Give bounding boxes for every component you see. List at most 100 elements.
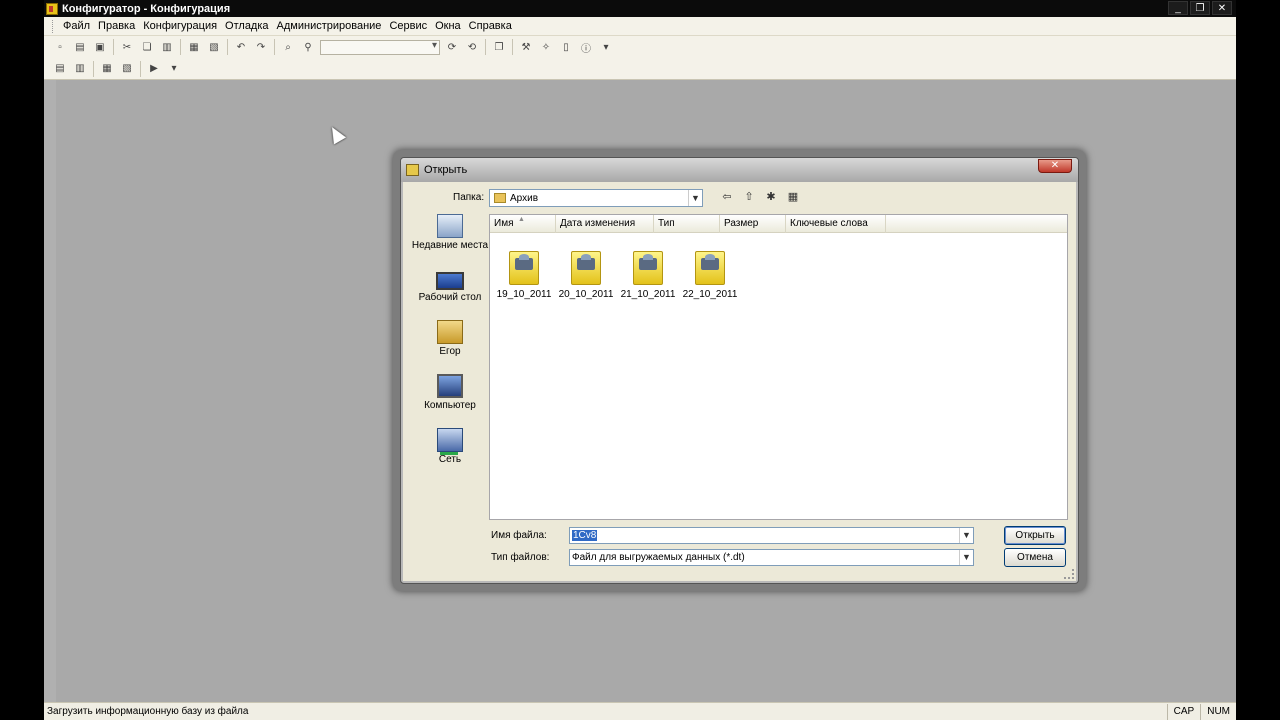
folder-dropdown-arrow-icon[interactable]: ▼ xyxy=(688,190,702,206)
folder-select[interactable]: Архив ▼ xyxy=(489,189,703,207)
file-list[interactable]: Имя ▲ Дата изменения Тип Размер Ключевые… xyxy=(489,214,1068,520)
maximize-button[interactable]: ❐ xyxy=(1190,1,1210,15)
filetype-dropdown-arrow-icon[interactable]: ▼ xyxy=(959,550,973,565)
place-label: Егор xyxy=(439,346,461,357)
file-name: 19_10_2011 xyxy=(496,289,552,300)
place-label: Компьютер xyxy=(424,400,476,411)
network-icon xyxy=(437,428,463,455)
filename-value: 1Cv8 xyxy=(572,530,598,541)
archive-file-icon xyxy=(633,251,663,285)
syntax-helper-icon[interactable]: ⚒ xyxy=(517,39,535,55)
folder-icon xyxy=(494,193,506,203)
resize-grip-icon[interactable] xyxy=(1064,569,1074,579)
toolbar-separator xyxy=(93,60,94,77)
archive-file-icon xyxy=(571,251,601,285)
place-network[interactable]: Сеть xyxy=(411,428,489,465)
open-button[interactable]: Открыть xyxy=(1004,526,1066,545)
toolbar-separator xyxy=(485,39,486,55)
help-book-icon[interactable]: ▯ xyxy=(557,39,575,55)
sort-asc-icon: ▲ xyxy=(518,216,525,223)
windows-icon[interactable]: ❐ xyxy=(490,39,508,55)
save-config-icon[interactable]: ▥ xyxy=(71,61,89,77)
new-document-icon[interactable]: ▫ xyxy=(51,39,69,55)
place-label: Рабочий стол xyxy=(418,292,482,303)
filetype-label: Тип файлов: xyxy=(491,552,550,563)
save-icon[interactable]: ▣ xyxy=(91,39,109,55)
filename-input[interactable]: 1Cv8 ▼ xyxy=(569,527,974,544)
menu-windows[interactable]: Окна xyxy=(431,20,465,32)
menu-administration[interactable]: Администрирование xyxy=(273,20,386,32)
update-db-icon[interactable]: ▦ xyxy=(98,61,116,77)
cap-indicator: CAP xyxy=(1166,703,1201,720)
column-type[interactable]: Тип xyxy=(654,215,720,233)
menu-file[interactable]: Файл xyxy=(59,20,94,32)
config-tree-icon[interactable]: ▧ xyxy=(118,61,136,77)
print-preview-icon[interactable]: ▧ xyxy=(205,39,223,55)
copy-icon[interactable]: ❏ xyxy=(138,39,156,55)
file-item[interactable]: 20_10_2011 xyxy=(556,251,616,300)
menu-configuration[interactable]: Конфигурация xyxy=(139,20,221,32)
minimize-button[interactable]: _ xyxy=(1168,1,1188,15)
column-headers: Имя ▲ Дата изменения Тип Размер Ключевые… xyxy=(490,215,1067,233)
search-combo[interactable] xyxy=(320,39,440,55)
redo-icon[interactable]: ↷ xyxy=(252,39,270,55)
place-computer[interactable]: Компьютер xyxy=(411,374,489,411)
find-prev-icon[interactable]: ⟲ xyxy=(463,39,481,55)
place-recent[interactable]: Недавние места xyxy=(411,214,489,251)
menu-help[interactable]: Справка xyxy=(465,20,516,32)
find-icon[interactable]: ⌕ xyxy=(279,39,297,55)
status-bar: Загрузить информационную базу из файла C… xyxy=(44,702,1236,720)
paste-icon[interactable]: ▥ xyxy=(158,39,176,55)
open-config-icon[interactable]: ▤ xyxy=(51,61,69,77)
toolbar-separator xyxy=(274,39,275,55)
toolbar-separator xyxy=(227,39,228,55)
filename-row: Имя файла: 1Cv8 ▼ Открыть xyxy=(403,526,1076,546)
filetype-row: Тип файлов: Файл для выгружаемых данных … xyxy=(403,548,1076,568)
menu-edit[interactable]: Правка xyxy=(94,20,139,32)
dialog-close-button[interactable]: ✕ xyxy=(1038,159,1072,173)
menu-debug[interactable]: Отладка xyxy=(221,20,272,32)
filename-dropdown-arrow-icon[interactable]: ▼ xyxy=(959,528,973,543)
file-item[interactable]: 21_10_2011 xyxy=(618,251,678,300)
close-window-button[interactable]: ✕ xyxy=(1212,1,1232,15)
new-folder-icon[interactable]: ✱ xyxy=(763,190,779,205)
filetype-select[interactable]: Файл для выгружаемых данных (*.dt) ▼ xyxy=(569,549,974,566)
cut-icon[interactable]: ✂ xyxy=(118,39,136,55)
toolbar-separator xyxy=(140,60,141,77)
toolbar-more-icon[interactable]: ▾ xyxy=(597,39,615,55)
view-menu-icon[interactable]: ▦ xyxy=(785,190,801,205)
column-date[interactable]: Дата изменения xyxy=(556,215,654,233)
back-icon[interactable]: ⇦ xyxy=(719,190,735,205)
dialog-title-bar: Открыть ✕ xyxy=(401,158,1078,182)
num-indicator: NUM xyxy=(1200,703,1236,720)
open-file-dialog: Открыть ✕ Папка: Архив ▼ ⇦ ⇧ ✱ ▦ Недавни… xyxy=(393,150,1086,591)
place-user[interactable]: Егор xyxy=(411,320,489,357)
info-icon[interactable]: ⓘ xyxy=(577,39,595,55)
start-debug-icon[interactable]: ▶ xyxy=(145,61,163,77)
window-controls: _ ❐ ✕ xyxy=(1168,1,1232,15)
find-next-icon[interactable]: ⟳ xyxy=(443,39,461,55)
file-item[interactable]: 19_10_2011 xyxy=(494,251,554,300)
menu-service[interactable]: Сервис xyxy=(385,20,431,32)
user-folder-icon xyxy=(437,320,463,344)
cancel-button[interactable]: Отмена xyxy=(1004,548,1066,567)
print-icon[interactable]: ▦ xyxy=(185,39,203,55)
folder-row: Папка: Архив ▼ ⇦ ⇧ ✱ ▦ xyxy=(403,188,1076,208)
column-keywords[interactable]: Ключевые слова xyxy=(786,215,886,233)
debug-more-icon[interactable]: ▾ xyxy=(165,61,183,77)
open-folder-icon[interactable]: ▤ xyxy=(71,39,89,55)
place-label: Недавние места xyxy=(411,240,489,251)
wizard-icon[interactable]: ✧ xyxy=(537,39,555,55)
up-folder-icon[interactable]: ⇧ xyxy=(741,190,757,205)
place-desktop[interactable]: Рабочий стол xyxy=(411,272,489,303)
undo-icon[interactable]: ↶ xyxy=(232,39,250,55)
title-bar: Конфигуратор - Конфигурация _ ❐ ✕ xyxy=(44,0,1236,17)
search-icon[interactable]: ⚲ xyxy=(299,39,317,55)
folder-label: Папка: xyxy=(453,192,485,203)
column-name[interactable]: Имя ▲ xyxy=(490,215,556,233)
filename-label: Имя файла: xyxy=(491,530,547,541)
file-item[interactable]: 22_10_2011 xyxy=(680,251,740,300)
column-size[interactable]: Размер xyxy=(720,215,786,233)
workspace-left-strip xyxy=(44,80,56,702)
dialog-frame: Открыть ✕ Папка: Архив ▼ ⇦ ⇧ ✱ ▦ Недавни… xyxy=(400,157,1079,584)
